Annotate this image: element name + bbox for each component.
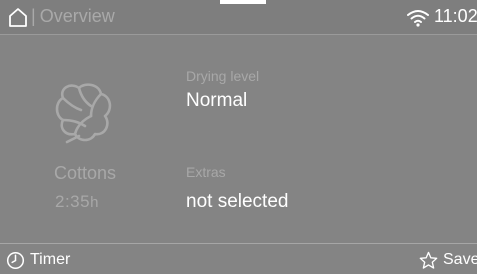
clock: 11:02 <box>434 6 477 26</box>
cotton-boll-icon <box>55 83 112 144</box>
home-icon[interactable] <box>8 7 28 27</box>
extras-label: Extras <box>186 164 226 180</box>
status-bar: | Overview 11:02 <box>0 0 477 35</box>
drying-level-label: Drying level <box>186 68 260 84</box>
drying-level-value[interactable]: Normal <box>186 90 247 112</box>
program-duration: 2:35h <box>55 192 99 211</box>
page-title: | Overview <box>31 6 115 26</box>
bottom-bar: Timer Save <box>0 243 477 275</box>
clock-icon <box>6 251 25 269</box>
timer-button[interactable]: Timer <box>6 249 70 271</box>
save-label: Save <box>443 251 477 268</box>
extras-value[interactable]: not selected <box>186 191 288 213</box>
star-icon <box>419 251 438 269</box>
program-name[interactable]: Cottons <box>54 163 116 184</box>
top-indicator <box>220 0 266 4</box>
dryer-display: | Overview 11:02 Cottons 2:35h Drying lev… <box>0 0 477 274</box>
save-button[interactable]: Save <box>419 249 477 271</box>
timer-label: Timer <box>30 251 71 268</box>
wifi-icon <box>407 10 429 27</box>
